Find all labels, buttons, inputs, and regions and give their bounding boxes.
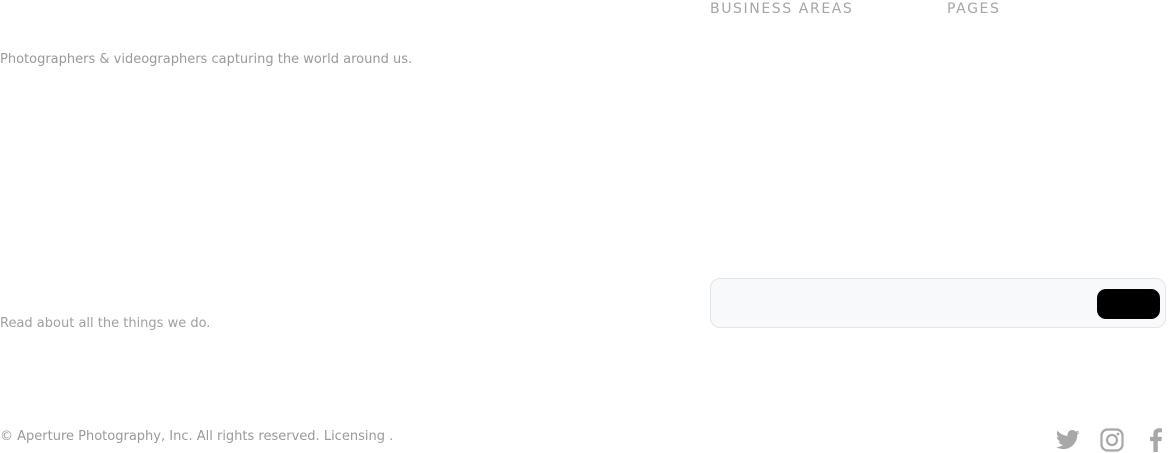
copyright: © Aperture Photography, Inc. All rights … — [0, 429, 393, 444]
copyright-text: © Aperture Photography, Inc. All rights … — [0, 429, 320, 444]
pages-heading: PAGES — [947, 1, 1001, 17]
footer-tagline: Photographers & videographers capturing … — [0, 52, 413, 67]
business-areas-heading: BUSINESS AREAS — [710, 1, 854, 17]
instagram-icon — [1100, 428, 1124, 452]
newsletter-email-input[interactable] — [711, 279, 1123, 327]
twitter-link[interactable] — [1055, 427, 1081, 453]
facebook-icon — [1150, 428, 1162, 452]
instagram-link[interactable] — [1099, 427, 1125, 453]
read-about-text: Read about all the things we do. — [0, 316, 211, 331]
copyright-suffix: . — [384, 429, 394, 444]
newsletter-form — [710, 278, 1166, 328]
twitter-icon — [1056, 430, 1080, 450]
subscribe-button[interactable] — [1097, 289, 1160, 319]
facebook-link[interactable] — [1146, 427, 1166, 453]
licensing-link[interactable]: Licensing — [324, 429, 385, 444]
